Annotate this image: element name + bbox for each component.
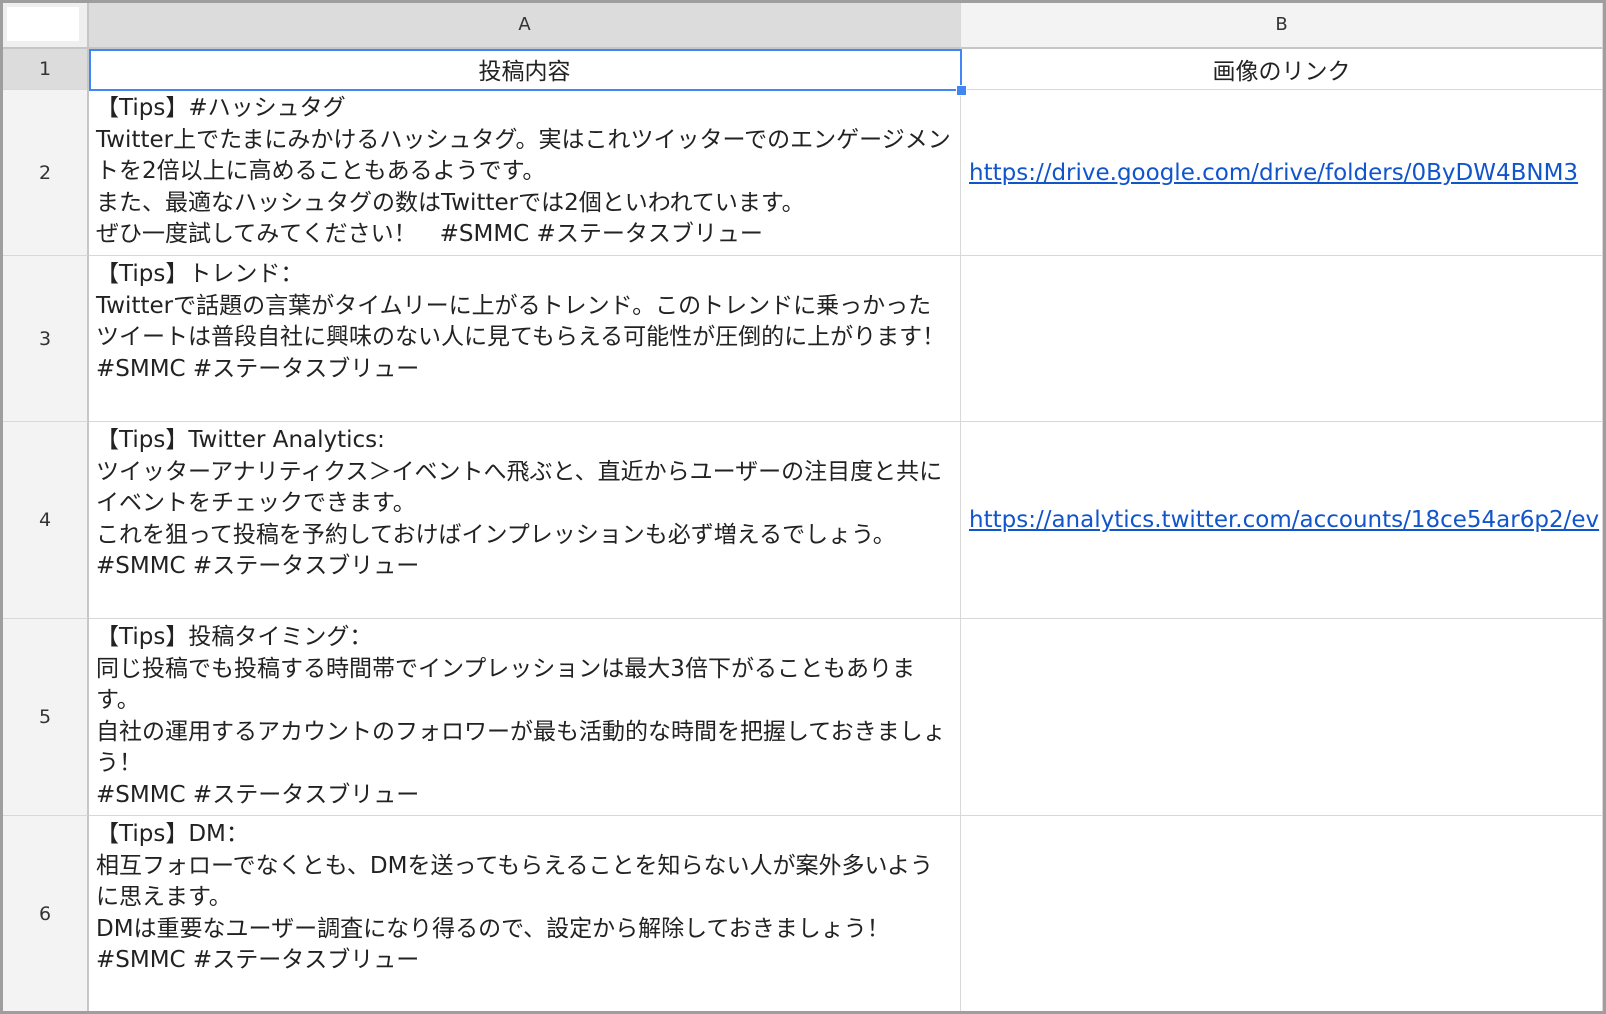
row-header-5[interactable]: 5 [3,619,89,816]
row-header-6[interactable]: 6 [3,816,89,1011]
column-header-b[interactable]: B [961,3,1603,49]
cell-a4[interactable]: 【Tips】Twitter Analytics: ツイッターアナリティクス＞イベ… [89,422,961,619]
cell-a6[interactable]: 【Tips】DM： 相互フォローでなくとも、DMを送ってもらえることを知らない人… [89,816,961,1011]
cell-a5[interactable]: 【Tips】投稿タイミング： 同じ投稿でも投稿する時間帯でインプレッションは最大… [89,619,961,816]
cell-a2[interactable]: 【Tips】#ハッシュタグ Twitter上でたまにみかけるハッシュタグ。実はこ… [89,90,961,256]
cell-b2[interactable]: https://drive.google.com/drive/folders/0… [961,90,1603,256]
spreadsheet-grid: A B 1 投稿内容 画像のリンク 2 【Tips】#ハッシュタグ Twitte… [3,3,1603,1011]
cell-b3[interactable] [961,256,1603,422]
row-header-4[interactable]: 4 [3,422,89,619]
cell-b1[interactable]: 画像のリンク [961,49,1603,90]
image-link-row-4[interactable]: https://analytics.twitter.com/accounts/1… [969,507,1599,533]
cell-a3[interactable]: 【Tips】トレンド： Twitterで話題の言葉がタイムリーに上がるトレンド。… [89,256,961,422]
cell-b4[interactable]: https://analytics.twitter.com/accounts/1… [961,422,1603,619]
column-header-a[interactable]: A [89,3,961,49]
fill-handle[interactable] [956,85,967,96]
row-header-1[interactable]: 1 [3,49,89,90]
spreadsheet-window: A B 1 投稿内容 画像のリンク 2 【Tips】#ハッシュタグ Twitte… [0,0,1606,1014]
corner-box [7,7,79,41]
cell-a1[interactable]: 投稿内容 [89,49,961,90]
cell-b6[interactable] [961,816,1603,1011]
cell-b5[interactable] [961,619,1603,816]
image-link-row-2[interactable]: https://drive.google.com/drive/folders/0… [969,160,1578,186]
row-header-2[interactable]: 2 [3,90,89,256]
select-all-corner[interactable] [3,3,89,49]
row-header-3[interactable]: 3 [3,256,89,422]
